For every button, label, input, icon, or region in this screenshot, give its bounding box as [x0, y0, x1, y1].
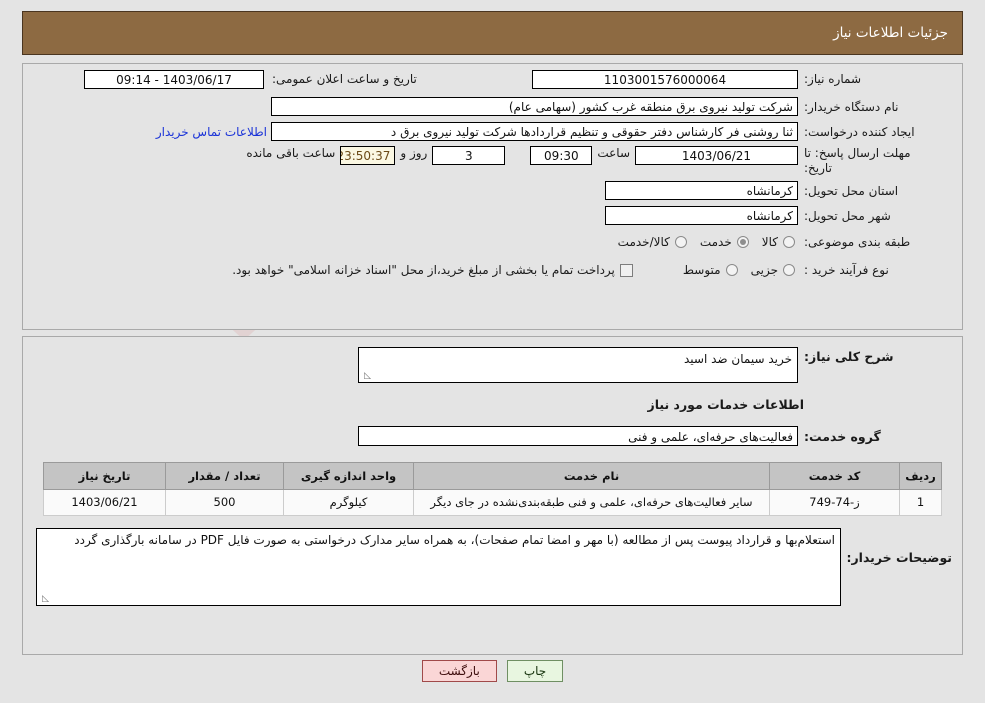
- row-buyer-notes: توضیحات خریدار: استعلام‌بها و قرارداد پی…: [23, 516, 962, 606]
- deadline-countdown-value: 23:50:37: [340, 146, 396, 165]
- resize-grip-icon-notes[interactable]: ◺: [39, 594, 49, 604]
- purchase-type-radio-motavasset[interactable]: [725, 264, 738, 276]
- page-header: جزئیات اطلاعات نیاز: [22, 11, 963, 55]
- col-quantity: تعداد / مقدار: [165, 462, 284, 490]
- print-button[interactable]: چاپ: [506, 660, 564, 682]
- row-creator: ایجاد کننده درخواست: ثنا روشنی فر کارشنا…: [23, 119, 962, 144]
- category-radio-kala[interactable]: [783, 236, 795, 248]
- treasury-bonds-checkbox[interactable]: [619, 263, 633, 277]
- row-purchase-type: نوع فرآیند خرید : جزیی متوسط پرداخت تمام…: [23, 256, 962, 284]
- purchase-type-label-motavasset: متوسط: [682, 263, 721, 277]
- city-label: شهر محل تحویل:: [804, 208, 891, 223]
- need-summary-label: شرح کلی نیاز:: [804, 349, 894, 364]
- public-announce-value: 1403/06/17 - 09:14: [84, 69, 264, 89]
- purchase-type-label-jozei: جزیی: [750, 263, 778, 277]
- row-need-number: شماره نیاز: 1103001576000064 تاریخ و ساع…: [23, 64, 962, 94]
- deadline-remaining-label: ساعت باقی مانده: [246, 146, 336, 160]
- service-group-label: گروه خدمت:: [804, 428, 881, 444]
- cell-service-name: سایر فعالیت‌های حرفه‌ای، علمی و فنی طبقه…: [413, 489, 770, 516]
- row-need-summary: شرح کلی نیاز: خرید سیمان ضد اسید ◺: [23, 337, 962, 383]
- col-service-name: نام خدمت: [413, 462, 770, 490]
- row-service-group: گروه خدمت: فعالیت‌های حرفه‌ای، علمی و فن…: [23, 412, 962, 446]
- deadline-time-value: 09:30: [530, 146, 593, 165]
- buyer-notes-value[interactable]: استعلام‌بها و قرارداد پیوست پس از مطالعه…: [36, 528, 841, 606]
- deadline-label-line2: تاریخ:: [804, 161, 832, 175]
- cell-need-date: 1403/06/21: [43, 489, 166, 516]
- deadline-time-label: ساعت: [597, 146, 630, 160]
- category-label-khedmat: خدمت: [699, 235, 732, 249]
- row-category: طبقه بندی موضوعی: کالا خدمت کالا/خدمت: [23, 228, 962, 256]
- table-header-row: ردیف کد خدمت نام خدمت واحد اندازه گیری ت…: [43, 462, 942, 490]
- category-label-kala-khedmat: کالا/خدمت: [617, 235, 670, 249]
- creator-label: ایجاد کننده درخواست:: [804, 124, 915, 139]
- row-services-title: اطلاعات خدمات مورد نیاز: [23, 383, 962, 412]
- treasury-bonds-note: پرداخت تمام یا بخشی از مبلغ خرید،از محل …: [232, 263, 615, 277]
- buyer-contact-link[interactable]: اطلاعات تماس خریدار: [152, 125, 271, 139]
- buyer-org-value: شرکت تولید نیروی برق منطقه غرب کشور (سها…: [271, 97, 798, 116]
- buyer-org-label: نام دستگاه خریدار:: [804, 99, 899, 114]
- col-unit: واحد اندازه گیری: [283, 462, 414, 490]
- need-info-panel: شماره نیاز: 1103001576000064 تاریخ و ساع…: [22, 63, 963, 330]
- purchase-type-label: نوع فرآیند خرید :: [804, 263, 889, 277]
- buyer-notes-text: استعلام‌بها و قرارداد پیوست پس از مطالعه…: [74, 533, 835, 547]
- items-table-wrapper: ردیف کد خدمت نام خدمت واحد اندازه گیری ت…: [23, 446, 962, 516]
- need-summary-value[interactable]: خرید سیمان ضد اسید ◺: [358, 347, 798, 383]
- deadline-date-value: 1403/06/21: [635, 146, 798, 165]
- services-section-title: اطلاعات خدمات مورد نیاز: [647, 397, 805, 412]
- cell-unit: کیلوگرم: [283, 489, 414, 516]
- col-service-code: کد خدمت: [769, 462, 900, 490]
- category-label-kala: کالا: [761, 235, 778, 249]
- purchase-type-radio-jozei[interactable]: [783, 264, 795, 276]
- action-buttons: چاپ بازگشت: [0, 660, 985, 682]
- page-title: جزئیات اطلاعات نیاز: [833, 25, 948, 41]
- creator-value: ثنا روشنی فر کارشناس دفتر حقوقی و تنظیم …: [271, 122, 798, 141]
- cell-quantity: 500: [165, 489, 284, 516]
- service-group-value: فعالیت‌های حرفه‌ای، علمی و فنی: [358, 426, 798, 446]
- public-announce-label: تاریخ و ساعت اعلان عمومی:: [272, 72, 417, 86]
- row-buyer-org: نام دستگاه خریدار: شرکت تولید نیروی برق …: [23, 94, 962, 119]
- col-row-no: ردیف: [899, 462, 942, 490]
- deadline-days-separator: روز و: [400, 146, 428, 160]
- city-value: کرمانشاه: [605, 206, 798, 225]
- cell-service-code: ز-74-749: [769, 489, 900, 516]
- resize-grip-icon[interactable]: ◺: [361, 371, 371, 381]
- buyer-notes-label: توضیحات خریدار:: [846, 550, 952, 565]
- table-row: 1 ز-74-749 سایر فعالیت‌های حرفه‌ای، علمی…: [43, 489, 942, 516]
- items-table: ردیف کد خدمت نام خدمت واحد اندازه گیری ت…: [43, 462, 942, 516]
- need-number-label: شماره نیاز:: [804, 72, 861, 86]
- row-city: شهر محل تحویل: کرمانشاه: [23, 203, 962, 228]
- back-button[interactable]: بازگشت: [421, 660, 497, 682]
- row-province: استان محل تحویل: کرمانشاه: [23, 178, 962, 203]
- need-summary-text: خرید سیمان ضد اسید: [684, 352, 792, 366]
- category-label: طبقه بندی موضوعی:: [804, 235, 911, 249]
- description-panel: شرح کلی نیاز: خرید سیمان ضد اسید ◺ اطلاع…: [22, 336, 963, 655]
- deadline-label: مهلت ارسال پاسخ: تا تاریخ:: [798, 146, 952, 176]
- row-deadline: مهلت ارسال پاسخ: تا تاریخ: 1403/06/21 سا…: [23, 144, 962, 178]
- need-number-value: 1103001576000064: [532, 69, 798, 89]
- deadline-days-value: 3: [432, 146, 506, 165]
- deadline-label-line1: مهلت ارسال پاسخ: تا: [804, 146, 911, 160]
- province-label: استان محل تحویل:: [804, 183, 899, 198]
- cell-row-no: 1: [899, 489, 942, 516]
- category-radio-kala-khedmat[interactable]: [674, 236, 687, 248]
- category-radio-khedmat[interactable]: [736, 236, 749, 248]
- province-value: کرمانشاه: [605, 181, 798, 200]
- col-need-date: تاریخ نیاز: [43, 462, 166, 490]
